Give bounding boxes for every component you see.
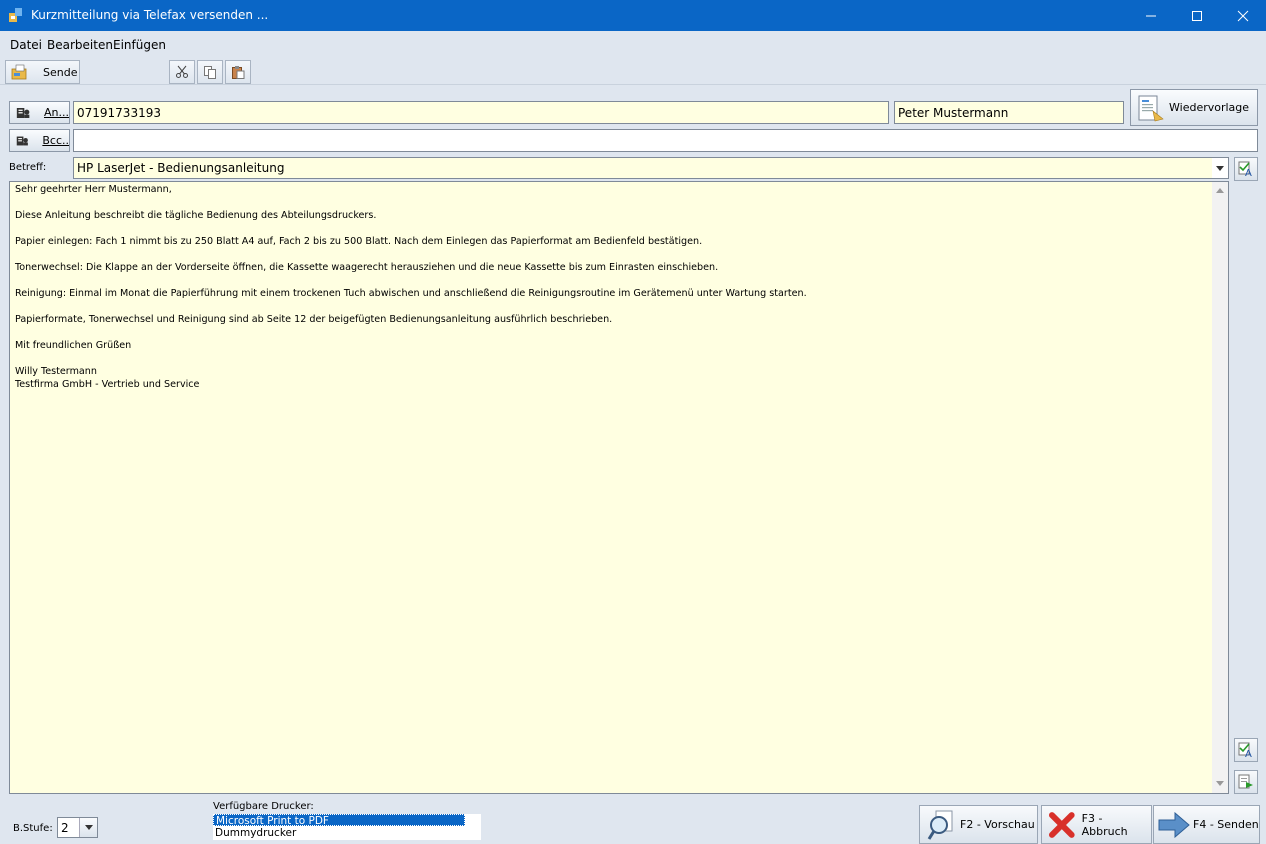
paste-button[interactable] <box>225 60 251 84</box>
body-line: Papier einlegen: Fach 1 nimmt bis zu 250… <box>15 236 703 247</box>
body-line: Diese Anleitung beschreibt die tägliche … <box>15 210 377 221</box>
insert-text-button[interactable] <box>1234 770 1258 794</box>
bstufe-label: B.Stufe: <box>13 823 53 834</box>
svg-text:A: A <box>1245 749 1252 758</box>
address-book-icon <box>16 107 30 118</box>
scroll-down-icon[interactable] <box>1212 778 1228 790</box>
close-icon <box>1237 10 1249 21</box>
menu-datei[interactable]: Datei <box>10 38 42 52</box>
body-line: Papierformate, Tonerwechsel und Reinigun… <box>15 314 613 325</box>
maximize-button[interactable] <box>1174 0 1220 31</box>
menu-bearbeiten[interactable]: Bearbeiten <box>47 38 113 52</box>
scroll-up-icon[interactable] <box>1212 185 1228 197</box>
cut-button[interactable] <box>169 60 195 84</box>
subject-combobox[interactable]: HP LaserJet - Bedienungsanleitung <box>73 157 1229 179</box>
send-toolbar-label: Sende <box>43 65 78 79</box>
spellcheck-icon: A <box>1238 742 1252 758</box>
chevron-down-icon <box>84 825 93 830</box>
window-title: Kurzmitteilung via Telefax versenden ... <box>31 8 269 22</box>
printer-option-selected[interactable]: Microsoft Print to PDF <box>213 814 465 827</box>
wiedervorlage-button[interactable]: Wiedervorlage <box>1130 89 1258 126</box>
recipient-name-field[interactable]: Peter Mustermann <box>894 101 1124 124</box>
bcc-field[interactable] <box>73 129 1258 152</box>
svg-text:A: A <box>1245 168 1252 177</box>
send-label: F4 - Senden <box>1193 818 1259 831</box>
body-line: Testfirma GmbH - Vertrieb und Service <box>15 379 200 390</box>
paste-icon <box>232 66 245 79</box>
cancel-button[interactable]: F3 - Abbruch <box>1041 805 1152 844</box>
calendar-note-icon <box>1138 95 1164 121</box>
address-book-icon <box>16 136 28 145</box>
body-line: Tonerwechsel: Die Klappe an der Vorderse… <box>15 262 719 273</box>
magnifier-icon <box>927 810 953 840</box>
maximize-icon <box>1192 10 1202 21</box>
close-button[interactable] <box>1220 0 1266 31</box>
an-button[interactable]: An... <box>9 101 70 124</box>
copy-icon <box>204 66 216 79</box>
send-fax-icon <box>11 64 27 80</box>
fax-number-field[interactable]: 07191733193 <box>73 101 889 124</box>
arrow-right-icon <box>1158 811 1190 838</box>
body-line: Sehr geehrter Herr Mustermann, <box>15 184 172 195</box>
spellcheck-icon: A <box>1238 161 1252 177</box>
subject-dropdown-button[interactable] <box>1212 158 1228 178</box>
spellcheck-subject-button[interactable]: A <box>1234 157 1258 181</box>
bcc-label: Bcc.. <box>42 134 69 147</box>
fax-app-icon <box>9 8 22 22</box>
send-button[interactable]: F4 - Senden <box>1153 805 1260 844</box>
spellcheck-body-button[interactable]: A <box>1234 738 1258 762</box>
toolbar: Sende <box>0 57 1266 85</box>
body-line: Reinigung: Einmal im Monat die Papierfüh… <box>15 288 807 299</box>
printers-label: Verfügbare Drucker: <box>213 801 314 812</box>
bcc-button[interactable]: Bcc.. <box>9 129 70 152</box>
send-toolbar-button[interactable]: Sende <box>5 60 80 84</box>
bstufe-dropdown-button[interactable] <box>79 818 97 837</box>
menu-bar: Datei Bearbeiten Einfügen <box>0 31 1266 57</box>
cancel-label: F3 - Abbruch <box>1081 811 1128 838</box>
minimize-button[interactable] <box>1128 0 1174 31</box>
printer-list[interactable]: Microsoft Print to PDF Dummydrucker <box>213 814 481 840</box>
red-x-icon <box>1048 811 1075 838</box>
wiedervorlage-label: Wiedervorlage <box>1169 101 1250 114</box>
chevron-down-icon <box>1216 165 1224 171</box>
preview-label: F2 - Vorschau <box>960 818 1035 831</box>
body-scrollbar[interactable] <box>1212 182 1228 793</box>
an-label: An... <box>44 106 69 119</box>
preview-button[interactable]: F2 - Vorschau <box>919 805 1038 844</box>
bstufe-value: 2 <box>61 821 69 835</box>
subject-value: HP LaserJet - Bedienungsanleitung <box>77 161 285 175</box>
menu-einfuegen[interactable]: Einfügen <box>113 38 166 52</box>
insert-document-icon <box>1238 774 1253 789</box>
body-line: Willy Testermann <box>15 366 97 377</box>
title-bar: Kurzmitteilung via Telefax versenden ... <box>0 0 1266 31</box>
minimize-icon <box>1146 15 1156 16</box>
subject-label: Betreff: <box>9 162 47 173</box>
copy-button[interactable] <box>197 60 223 84</box>
body-line: Mit freundlichen Grüßen <box>15 340 132 351</box>
message-body[interactable]: Sehr geehrter Herr Mustermann, Diese Anl… <box>9 181 1229 794</box>
printer-option[interactable]: Dummydrucker <box>213 827 467 839</box>
scissors-icon <box>176 65 188 78</box>
bstufe-select[interactable]: 2 <box>57 817 98 838</box>
